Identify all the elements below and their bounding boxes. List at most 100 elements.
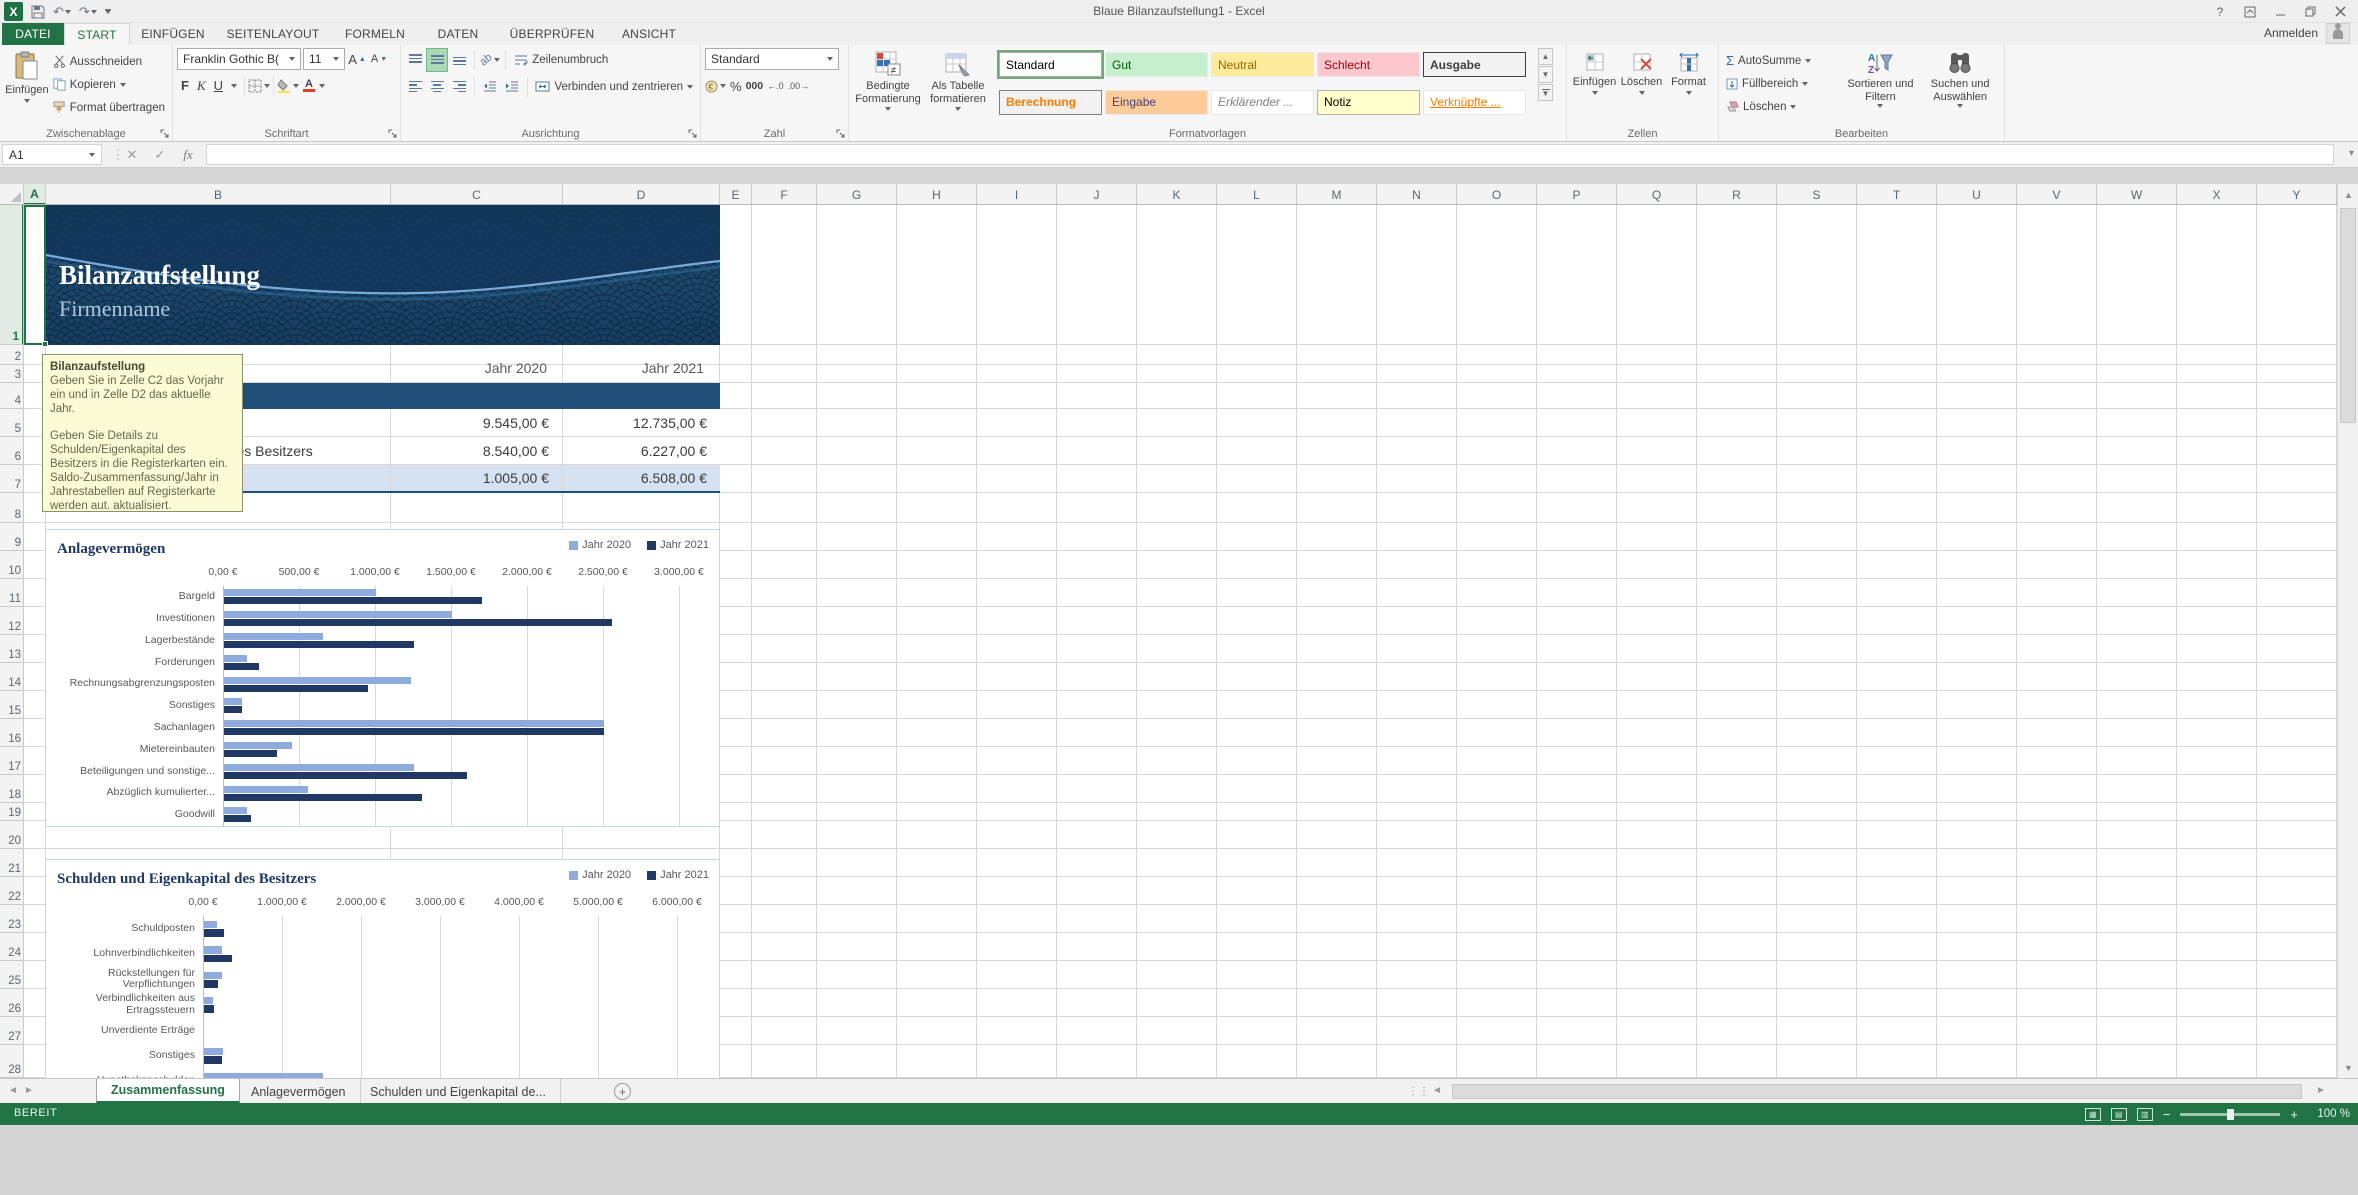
column-header-Q[interactable]: Q: [1617, 184, 1697, 205]
row-header-15[interactable]: 15: [0, 691, 24, 719]
italic-button[interactable]: K: [197, 78, 206, 94]
format-cells-button[interactable]: Format: [1665, 48, 1712, 124]
insert-function-icon[interactable]: fx: [174, 144, 202, 165]
tab-ansicht[interactable]: ANSICHT: [608, 23, 690, 45]
hscroll-right-icon[interactable]: ►: [2316, 1085, 2326, 1096]
number-dialog-launcher-icon[interactable]: [835, 128, 846, 139]
row-header-19[interactable]: 19: [0, 803, 24, 821]
fill-color-button[interactable]: [277, 75, 299, 97]
chart-bar-jahr-2021[interactable]: [224, 685, 368, 692]
hscroll-left-icon[interactable]: ◄: [1432, 1085, 1442, 1096]
column-header-E[interactable]: E: [720, 184, 752, 205]
page-layout-view-icon[interactable]: ▤: [2111, 1108, 2127, 1121]
cancel-icon[interactable]: ✕: [118, 144, 146, 165]
row-header-11[interactable]: 11: [0, 579, 24, 607]
zoom-out-icon[interactable]: −: [2163, 1107, 2171, 1122]
minimize-icon[interactable]: [2266, 1, 2294, 22]
name-box[interactable]: A1: [2, 144, 102, 165]
help-icon[interactable]: ?: [2206, 1, 2234, 22]
horizontal-scrollbar[interactable]: [1450, 1082, 2310, 1101]
column-header-K[interactable]: K: [1137, 184, 1217, 205]
bold-button[interactable]: F: [181, 78, 189, 93]
chart-bar-jahr-2020[interactable]: [224, 633, 323, 640]
row-header-8[interactable]: 8: [0, 493, 24, 523]
chart-bar-jahr-2021[interactable]: [224, 815, 251, 822]
comma-style-button[interactable]: 000: [746, 80, 764, 92]
column-header-M[interactable]: M: [1297, 184, 1377, 205]
find-select-button[interactable]: Suchen und Auswählen: [1920, 48, 2000, 124]
tab-ueberpruefen[interactable]: ÜBERPRÜFEN: [496, 23, 608, 45]
align-left-icon[interactable]: [405, 76, 425, 98]
copy-button[interactable]: Kopieren: [50, 73, 168, 96]
style-chip[interactable]: Erklärender ...: [1211, 90, 1314, 115]
chart-bar-jahr-2020[interactable]: [204, 972, 222, 980]
gallery-up-icon[interactable]: ▲: [1538, 48, 1553, 65]
grid-canvas[interactable]: Bilanzaufstellung Firmenname Jahr 2020 J…: [24, 205, 2337, 1078]
underline-dropdown-icon[interactable]: [231, 84, 237, 88]
column-header-H[interactable]: H: [897, 184, 977, 205]
row-header-5[interactable]: 5: [0, 409, 24, 437]
formula-input[interactable]: [206, 144, 2334, 165]
delete-cells-button[interactable]: Löschen: [1618, 48, 1665, 124]
column-header-U[interactable]: U: [1937, 184, 2017, 205]
increase-indent-icon[interactable]: [502, 76, 522, 98]
year-2021-header[interactable]: Jahr 2021: [563, 355, 704, 381]
chart-bar-jahr-2021[interactable]: [204, 980, 218, 988]
style-chip[interactable]: Neutral: [1211, 52, 1314, 77]
sheet-tab-schulden[interactable]: Schulden und Eigenkapital de...: [356, 1079, 561, 1104]
align-right-icon[interactable]: [449, 76, 469, 98]
row-header-7[interactable]: 7: [0, 465, 24, 493]
shrink-font-icon[interactable]: A▼: [369, 48, 389, 70]
column-header-Y[interactable]: Y: [2257, 184, 2337, 205]
merge-center-button[interactable]: Verbinden und zentrieren: [532, 75, 696, 98]
gallery-down-icon[interactable]: ▼: [1538, 66, 1553, 83]
row-header-1[interactable]: 1: [0, 205, 24, 345]
chart-bar-jahr-2021[interactable]: [224, 728, 604, 735]
style-chip[interactable]: Berechnung: [999, 90, 1102, 115]
chart-bar-jahr-2021[interactable]: [224, 641, 414, 648]
style-chip[interactable]: Standard: [999, 52, 1102, 77]
row-header-9[interactable]: 9: [0, 523, 24, 551]
chart-bar-jahr-2021[interactable]: [204, 955, 232, 963]
borders-button[interactable]: [248, 75, 270, 97]
sort-filter-button[interactable]: AZ Sortieren und Filtern: [1841, 48, 1921, 124]
chart-bar-jahr-2020[interactable]: [224, 807, 247, 814]
row-header-3[interactable]: 3: [0, 365, 24, 383]
restore-icon[interactable]: [2296, 1, 2324, 22]
chart-bar-jahr-2020[interactable]: [224, 677, 411, 684]
increase-decimal-icon[interactable]: ←.0: [767, 81, 784, 91]
accounting-format-button[interactable]: €: [705, 75, 726, 97]
selected-cell-a1[interactable]: [24, 205, 46, 345]
column-header-G[interactable]: G: [817, 184, 897, 205]
wrap-text-button[interactable]: Zeilenumbruch: [511, 48, 611, 71]
row-header-12[interactable]: 12: [0, 607, 24, 635]
chart-bar-jahr-2021[interactable]: [224, 619, 612, 626]
orientation-button[interactable]: ab: [480, 49, 500, 71]
vertical-scrollbar[interactable]: ▲ ▼: [2337, 184, 2358, 1078]
tab-splitter-icon[interactable]: ⋮⋮: [1408, 1086, 1430, 1097]
row-header-18[interactable]: 18: [0, 775, 24, 803]
chart-bar-jahr-2021[interactable]: [224, 597, 482, 604]
column-header-S[interactable]: S: [1777, 184, 1857, 205]
chart-bar-jahr-2020[interactable]: [224, 786, 308, 793]
font-color-dropdown-icon[interactable]: [319, 84, 325, 88]
grow-font-icon[interactable]: A▲: [347, 48, 367, 70]
format-painter-button[interactable]: Format übertragen: [50, 96, 168, 119]
column-header-J[interactable]: J: [1057, 184, 1137, 205]
decrease-decimal-icon[interactable]: .00→: [788, 81, 810, 91]
chart-bar-jahr-2020[interactable]: [224, 742, 292, 749]
percent-style-button[interactable]: %: [730, 79, 742, 94]
column-header-C[interactable]: C: [391, 184, 563, 205]
column-header-N[interactable]: N: [1377, 184, 1457, 205]
tab-seitenlayout[interactable]: SEITENLAYOUT: [216, 23, 330, 45]
year-2020-header[interactable]: Jahr 2020: [391, 355, 547, 381]
zoom-slider-thumb[interactable]: [2227, 1109, 2234, 1120]
row-header-13[interactable]: 13: [0, 635, 24, 663]
avatar-icon[interactable]: [2326, 23, 2350, 44]
row-header-16[interactable]: 16: [0, 719, 24, 747]
chart-bar-jahr-2020[interactable]: [204, 921, 217, 929]
row-header-4[interactable]: 4: [0, 383, 24, 409]
cut-button[interactable]: Ausschneiden: [50, 50, 168, 73]
column-header-D[interactable]: D: [563, 184, 720, 205]
chart-bar-jahr-2020[interactable]: [204, 1048, 223, 1056]
